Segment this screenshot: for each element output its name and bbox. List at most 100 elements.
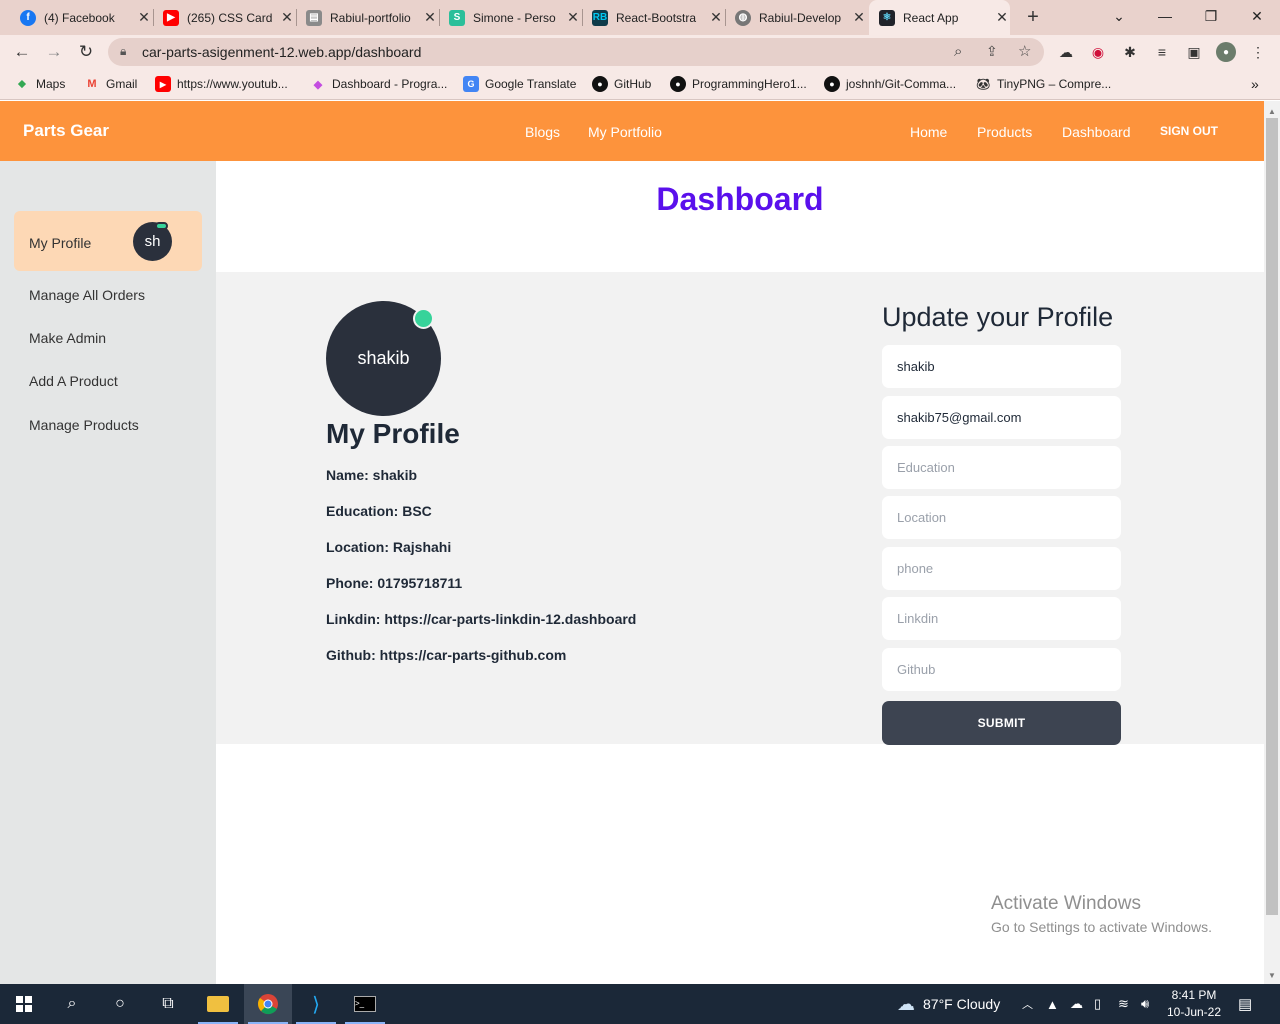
- location-field[interactable]: [882, 496, 1121, 539]
- close-icon[interactable]: ✕: [422, 9, 438, 26]
- react-icon: ⚛: [879, 9, 895, 26]
- vscode-icon[interactable]: ⟩: [292, 984, 340, 1024]
- menu-kebab-icon[interactable]: ⋮: [1248, 42, 1268, 62]
- chrome-icon[interactable]: [244, 984, 292, 1024]
- terminal-icon[interactable]: >_: [341, 984, 389, 1024]
- site-navbar: Parts Gear Blogs My Portfolio Home Produ…: [0, 101, 1264, 161]
- media-control-icon[interactable]: ≡: [1152, 42, 1172, 62]
- profile-name: Name: shakib: [326, 467, 418, 483]
- dashboard-sidebar: My Profile sh Manage All Orders Make Adm…: [0, 161, 216, 984]
- minimize-icon[interactable]: —: [1142, 0, 1188, 32]
- weather-widget[interactable]: ☁ 87°F Cloudy: [897, 984, 1000, 1024]
- volume-icon[interactable]: 🔊︎: [1141, 984, 1149, 1024]
- sidebar-item-label[interactable]: My Profile: [29, 235, 91, 251]
- profile-avatar-icon[interactable]: ●: [1216, 42, 1236, 62]
- windows-start-icon[interactable]: [0, 984, 48, 1024]
- tab-youtube[interactable]: ▶ (265) CSS Card ✕: [155, 0, 295, 35]
- brand-logo[interactable]: Parts Gear: [23, 121, 109, 141]
- search-icon[interactable]: ⌕: [48, 984, 96, 1024]
- system-clock[interactable]: 8:41 PM 10-Jun-22: [1166, 987, 1222, 1021]
- bookmark-github[interactable]: ● GitHub: [592, 76, 651, 92]
- maps-icon: ⬥: [18, 77, 26, 90]
- notifications-icon[interactable]: ▤: [1238, 984, 1252, 1024]
- bookmark-gmail[interactable]: M Gmail: [84, 76, 137, 92]
- new-tab-plus-icon[interactable]: +: [1022, 6, 1044, 28]
- show-hidden-icons-chevron-icon[interactable]: ︿: [1022, 984, 1033, 1024]
- tab-rabiul-developer[interactable]: ◍ Rabiul-Develop ✕: [727, 0, 867, 35]
- tab-react-bootstrap[interactable]: RB React-Bootstra ✕: [584, 0, 724, 35]
- profile-location: Location: Rajshahi: [326, 539, 452, 555]
- tab-simone[interactable]: S Simone - Perso ✕: [441, 0, 581, 35]
- close-icon[interactable]: ✕: [565, 9, 581, 26]
- tab-rabiul-portfolio[interactable]: ▤ Rabiul-portfolio ✕: [298, 0, 438, 35]
- file-explorer-icon[interactable]: [194, 984, 242, 1024]
- facebook-icon: f: [20, 9, 36, 26]
- email-field[interactable]: [882, 396, 1121, 439]
- zoom-icon[interactable]: ⌕: [954, 43, 962, 60]
- github-field[interactable]: [882, 648, 1121, 691]
- cortana-icon[interactable]: ○: [96, 984, 144, 1024]
- profile-section: shakib My Profile Name: shakib Education…: [216, 272, 1264, 745]
- online-status-dot: [155, 222, 168, 230]
- wifi-icon[interactable]: ≋: [1118, 984, 1129, 1024]
- profile-github: Github: https://car-parts-github.com: [326, 647, 567, 663]
- close-icon[interactable]: ✕: [136, 9, 152, 26]
- name-field[interactable]: [882, 345, 1121, 388]
- sidebar-item-manage-all-orders[interactable]: Manage All Orders: [29, 287, 145, 303]
- bookmark-google-translate[interactable]: G Google Translate: [463, 76, 576, 92]
- close-icon[interactable]: ✕: [851, 9, 867, 26]
- sidebar-item-make-admin[interactable]: Make Admin: [29, 330, 106, 346]
- scroll-up-icon[interactable]: ▲: [1264, 103, 1280, 119]
- close-icon[interactable]: ✕: [279, 9, 295, 26]
- reload-icon[interactable]: ↻: [73, 39, 99, 65]
- react-bootstrap-icon: RB: [592, 9, 608, 26]
- tab-react-app[interactable]: ⚛ React App ✕: [869, 0, 1010, 35]
- youtube-icon: ▶: [155, 76, 171, 92]
- phone-field[interactable]: [882, 547, 1121, 590]
- record-extension-icon[interactable]: ◉: [1088, 42, 1108, 62]
- nav-dashboard[interactable]: Dashboard: [1062, 124, 1131, 140]
- sidebar-item-manage-products[interactable]: Manage Products: [29, 417, 139, 433]
- window-close-icon[interactable]: ✕: [1234, 0, 1280, 32]
- submit-button[interactable]: SUBMIT: [882, 701, 1121, 745]
- bookmark-dashboard[interactable]: ◆ Dashboard - Progra...: [310, 76, 448, 92]
- tab-facebook[interactable]: f (4) Facebook ✕: [12, 0, 152, 35]
- url-text[interactable]: car-parts-asigenment-12.web.app/dashboar…: [142, 44, 421, 60]
- device-icon[interactable]: ▯: [1094, 984, 1101, 1024]
- bookmark-star-icon[interactable]: ☆: [1018, 42, 1031, 60]
- sidebar-item-add-product[interactable]: Add A Product: [29, 373, 118, 389]
- cloud-extension-icon[interactable]: ☁: [1056, 42, 1076, 62]
- watermark-title: Activate Windows: [991, 893, 1141, 914]
- windows-taskbar: ⌕ ○ ⧉ ⟩ >_ ☁ 87°F Cloudy ︿ ▲ ☁ ▯ ≋ 🔊︎ 8:…: [0, 984, 1280, 1024]
- education-field[interactable]: [882, 446, 1121, 489]
- forward-icon[interactable]: →: [41, 39, 67, 65]
- bookmark-youtube[interactable]: ▶ https://www.youtub...: [155, 76, 288, 92]
- tab-search-chevron-icon[interactable]: ⌄: [1096, 0, 1142, 32]
- scroll-down-icon[interactable]: ▼: [1264, 967, 1280, 983]
- google-drive-tray-icon[interactable]: ▲: [1046, 984, 1059, 1024]
- nav-blogs[interactable]: Blogs: [525, 124, 560, 140]
- nav-products[interactable]: Products: [977, 124, 1032, 140]
- nav-home[interactable]: Home: [910, 124, 947, 140]
- sign-out-button[interactable]: SIGN OUT: [1160, 124, 1218, 138]
- scrollbar-thumb[interactable]: [1266, 118, 1278, 915]
- side-panel-icon[interactable]: ▣: [1184, 42, 1204, 62]
- linkdin-field[interactable]: [882, 597, 1121, 640]
- bookmarks-overflow-icon[interactable]: »: [1251, 76, 1259, 92]
- address-bar[interactable]: 🔒︎ car-parts-asigenment-12.web.app/dashb…: [108, 38, 1044, 66]
- bookmark-git-commands[interactable]: ● joshnh/Git-Comma...: [824, 76, 956, 92]
- bookmark-tinypng[interactable]: 🐼︎ TinyPNG – Compre...: [975, 76, 1111, 92]
- clock-date: 10-Jun-22: [1166, 1005, 1222, 1019]
- bookmark-programming-hero[interactable]: ● ProgrammingHero1...: [670, 76, 807, 92]
- extensions-puzzle-icon[interactable]: ✱: [1120, 42, 1140, 62]
- restore-icon[interactable]: ❐: [1188, 0, 1234, 32]
- back-icon[interactable]: ←: [9, 39, 35, 65]
- close-icon[interactable]: ✕: [708, 9, 724, 26]
- bookmark-maps[interactable]: ⬥ Maps: [14, 76, 65, 92]
- onedrive-icon[interactable]: ☁: [1070, 984, 1083, 1024]
- close-icon[interactable]: ✕: [994, 9, 1010, 26]
- task-view-icon[interactable]: ⧉: [144, 984, 192, 1024]
- nav-my-portfolio[interactable]: My Portfolio: [588, 124, 662, 140]
- share-icon[interactable]: ⇪: [986, 43, 998, 60]
- profile-linkdin: Linkdin: https://car-parts-linkdin-12.da…: [326, 611, 637, 627]
